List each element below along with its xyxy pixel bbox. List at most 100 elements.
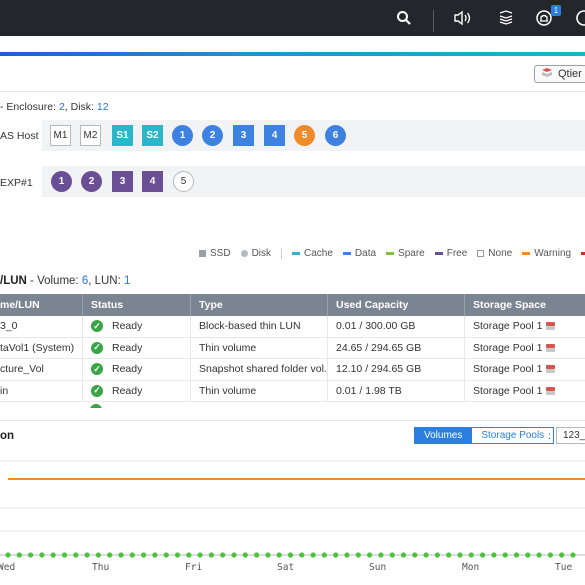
usage-dot bbox=[220, 552, 226, 558]
disk-slot[interactable]: M2 bbox=[80, 125, 101, 146]
data-marker bbox=[342, 251, 351, 255]
used-capacity-cell: 0.01 / 300.00 GB bbox=[327, 316, 464, 337]
usage-dot bbox=[118, 552, 124, 558]
x-axis-labels: Wed Thu Fri Sat Sun Mon Tue bbox=[0, 562, 572, 573]
ssd-marker bbox=[199, 249, 206, 257]
type-cell: Thin volume bbox=[190, 380, 327, 401]
none-marker bbox=[477, 249, 485, 257]
status-cell: ✓ Ready bbox=[82, 316, 190, 337]
x-tick-label: Wed bbox=[0, 562, 15, 573]
storage-pool-icon bbox=[546, 386, 556, 395]
table-row[interactable]: cture_Vol ✓ Ready Snapshot shared folder vo… bbox=[0, 359, 585, 381]
usage-chart: Wed Thu Fri Sat Sun Mon Tue bbox=[0, 460, 585, 573]
legend-data-label: Data bbox=[354, 247, 377, 259]
usage-dot bbox=[547, 552, 554, 558]
col-name[interactable]: me/LUN bbox=[0, 294, 82, 316]
task-stack-icon[interactable] bbox=[496, 8, 516, 28]
x-tick-label: Thu bbox=[92, 562, 109, 573]
usage-dot bbox=[152, 552, 158, 558]
volume-name: in bbox=[0, 384, 9, 397]
disk-slot[interactable]: 2 bbox=[81, 171, 102, 192]
legend-disk-label: Disk bbox=[251, 247, 272, 259]
storage-pool-icon bbox=[546, 343, 556, 352]
col-storage-space[interactable]: Storage Space bbox=[464, 294, 585, 316]
storage-space-cell: Storage Pool 1 bbox=[464, 380, 585, 401]
usage-dot bbox=[355, 552, 361, 558]
disk-slot[interactable]: M1 bbox=[50, 125, 71, 146]
disk-slot[interactable]: 5 bbox=[294, 125, 315, 146]
tab-storage-pools[interactable]: Storage Pools bbox=[472, 427, 555, 444]
legend-warning: Warning bbox=[522, 248, 571, 259]
legend-none-label: None bbox=[488, 247, 513, 259]
legend-ssd: SSD bbox=[199, 248, 231, 259]
legend-disk: Disk bbox=[240, 247, 272, 259]
help-icon[interactable] bbox=[574, 8, 585, 28]
volume-lun-title: /LUN - Volume: 6, LUN: 1 bbox=[0, 275, 130, 287]
usage-dot bbox=[333, 552, 339, 558]
disk-slot[interactable]: 5 bbox=[173, 171, 194, 192]
type-cell: Snapshot shared folder vol... bbox=[190, 359, 327, 380]
usage-section-title: on bbox=[0, 430, 15, 442]
table-body: 3_0 ✓ Ready Block-based thin LUN 0.01 / 300.… bbox=[0, 316, 585, 402]
col-used-capacity[interactable]: Used Capacity bbox=[327, 294, 464, 316]
disk-prefix: , Disk: bbox=[64, 101, 97, 113]
volume-lun-heading: /LUN bbox=[0, 275, 27, 287]
usage-dot bbox=[50, 552, 56, 558]
table-row-partial bbox=[0, 402, 585, 408]
storage-space-cell: Storage Pool 1 bbox=[464, 337, 585, 358]
volume-name: 3_0 bbox=[0, 320, 18, 333]
disk-count: 12 bbox=[96, 101, 109, 113]
disk-slot[interactable]: 3 bbox=[233, 125, 254, 146]
usage-dot bbox=[491, 552, 497, 558]
volume-icon[interactable] bbox=[453, 8, 473, 28]
col-status[interactable]: Status bbox=[82, 294, 190, 316]
x-tick-label: Sat bbox=[277, 562, 294, 573]
disk-slot[interactable]: S2 bbox=[142, 125, 163, 146]
storage-pool-icon bbox=[546, 322, 556, 331]
disk-slot[interactable]: 1 bbox=[172, 125, 193, 146]
table-row[interactable]: 3_0 ✓ Ready Block-based thin LUN 0.01 / 300.… bbox=[0, 316, 585, 338]
usage-dot bbox=[242, 552, 248, 558]
accent-bar bbox=[0, 52, 585, 56]
tab-volumes[interactable]: Volumes bbox=[414, 427, 473, 444]
col-type[interactable]: Type bbox=[190, 294, 327, 316]
disk-slot[interactable]: 2 bbox=[202, 125, 223, 146]
expansion-label: EXP#1 bbox=[0, 177, 33, 189]
search-icon[interactable] bbox=[394, 8, 414, 28]
qtier-button[interactable]: Qtier bbox=[534, 65, 585, 83]
storage-space-text: Storage Pool 1 bbox=[473, 341, 543, 354]
volume-select[interactable]: 123_ bbox=[556, 427, 585, 444]
type-cell: Block-based thin LUN bbox=[190, 316, 327, 337]
legend-warning-label: Warning bbox=[534, 247, 572, 259]
disk-slot[interactable]: 4 bbox=[142, 171, 163, 192]
usage-dot bbox=[299, 552, 305, 558]
top-bar: 1 bbox=[0, 0, 585, 36]
used-capacity-cell: 0.01 / 1.98 TB bbox=[327, 380, 464, 401]
usage-dot bbox=[389, 552, 395, 558]
enclosure-summary: - Enclosure: 2, Disk: 12 bbox=[0, 101, 109, 113]
x-tick-label: Mon bbox=[462, 562, 479, 573]
topbar-divider bbox=[433, 10, 434, 32]
qtier-icon bbox=[541, 67, 553, 81]
storage-space-text: Storage Pool 1 bbox=[473, 320, 543, 333]
usage-dot bbox=[84, 552, 90, 558]
x-tick-label: Sun bbox=[369, 562, 386, 573]
table-row[interactable]: in ✓ Ready Thin volume 0.01 / 1.98 TB Storage… bbox=[0, 380, 585, 402]
storage-space-cell: Storage Pool 1 bbox=[464, 316, 585, 337]
table-row[interactable]: taVol1 (System) ✓ Ready Thin volume 24.65 / … bbox=[0, 337, 585, 359]
status-text: Ready bbox=[112, 363, 143, 376]
status-text: Ready bbox=[112, 384, 143, 397]
disk-slot[interactable]: 4 bbox=[264, 125, 285, 146]
disk-slot[interactable]: S1 bbox=[112, 125, 133, 146]
disk-slot[interactable]: 6 bbox=[325, 125, 346, 146]
usage-dot bbox=[61, 552, 68, 558]
usage-dot bbox=[107, 552, 113, 558]
disk-slot[interactable]: 1 bbox=[51, 171, 72, 192]
volume-name: taVol1 (System) bbox=[0, 341, 75, 354]
table-header: me/LUN Status Type Used Capacity Storage… bbox=[0, 294, 585, 316]
ready-check-icon: ✓ bbox=[91, 320, 103, 333]
disk-slot[interactable]: 3 bbox=[112, 171, 133, 192]
usage-dot bbox=[95, 552, 101, 558]
usage-dot bbox=[73, 552, 79, 558]
usage-dot bbox=[39, 552, 45, 558]
